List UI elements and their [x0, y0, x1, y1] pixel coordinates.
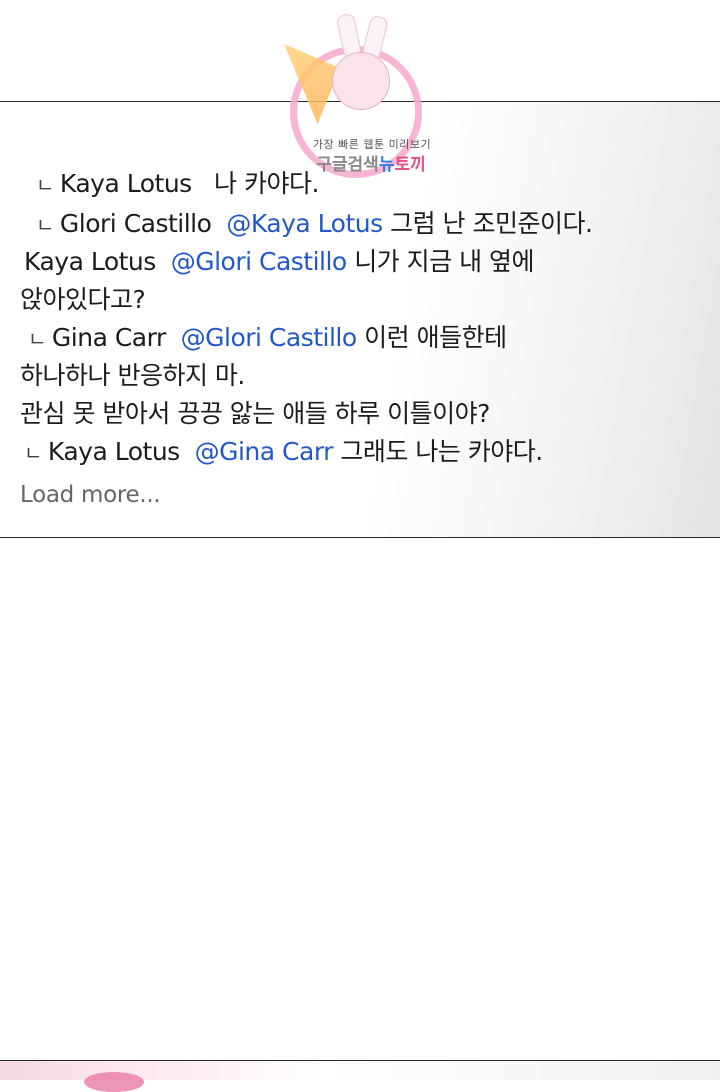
- reply-arrow-icon: ㄴ: [24, 441, 42, 465]
- comment-line: 하나하나 반응하지 마.: [20, 356, 245, 392]
- comment-text: 니가 지금 내 옆에: [354, 247, 535, 276]
- comment-text: 나 카야다.: [214, 169, 319, 198]
- reply-arrow-icon: ㄴ: [36, 213, 54, 237]
- comment-line: ㄴ Kaya Lotus 나 카야다.: [36, 164, 319, 200]
- watermark-brand-part1: 구글검색: [316, 155, 379, 175]
- reply-arrow-icon: ㄴ: [28, 327, 46, 351]
- comment-line: ㄴ Glori Castillo @Kaya Lotus 그럼 난 조민준이다.: [36, 204, 593, 240]
- load-more-link[interactable]: Load more...: [20, 482, 161, 508]
- comment-text: 그럼 난 조민준이다.: [390, 209, 593, 238]
- comment-line: ㄴ Gina Carr @Glori Castillo 이런 애들한테: [28, 318, 507, 354]
- reply-arrow-icon: ㄴ: [36, 173, 54, 197]
- next-panel-art: [84, 1072, 144, 1092]
- comment-text: 앉아있다고?: [20, 285, 146, 314]
- comment-mention[interactable]: @Kaya Lotus: [226, 209, 383, 238]
- comment-mention[interactable]: @Glori Castillo: [181, 323, 358, 352]
- comment-mention[interactable]: @Glori Castillo: [171, 247, 348, 276]
- watermark-brand-part3: 토끼: [394, 155, 426, 175]
- comment-line: Kaya Lotus @Glori Castillo 니가 지금 내 옆에: [24, 242, 535, 278]
- watermark-logo: 가장 빠른 웹툰 미리보기 구글검색뉴토끼: [278, 8, 448, 178]
- watermark-brand-part2: 뉴: [378, 155, 395, 175]
- comment-text: 이런 애들한테: [364, 323, 507, 352]
- comment-line: ㄴ Kaya Lotus @Gina Carr 그래도 나는 카야다.: [24, 432, 543, 468]
- comment-author[interactable]: Gina Carr: [52, 323, 166, 352]
- comment-line: 관심 못 받아서 끙끙 앓는 애들 하루 이틀이야?: [20, 394, 490, 430]
- comment-line: 앉아있다고?: [20, 280, 146, 316]
- comment-mention[interactable]: @Gina Carr: [195, 437, 334, 466]
- comment-author[interactable]: Kaya Lotus: [60, 169, 192, 198]
- bunny-character-icon: [332, 52, 390, 110]
- comment-author[interactable]: Kaya Lotus: [24, 247, 156, 276]
- comment-author[interactable]: Kaya Lotus: [48, 437, 180, 466]
- comment-text: 하나하나 반응하지 마.: [20, 361, 245, 390]
- comment-text: 그래도 나는 카야다.: [340, 437, 543, 466]
- comment-text: 관심 못 받아서 끙끙 앓는 애들 하루 이틀이야?: [20, 399, 490, 428]
- comment-author[interactable]: Glori Castillo: [60, 209, 212, 238]
